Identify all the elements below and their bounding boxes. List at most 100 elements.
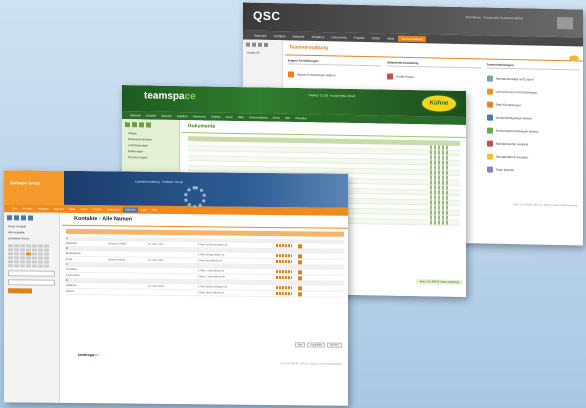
calendar-day[interactable] bbox=[44, 244, 49, 248]
row-action-icons[interactable] bbox=[430, 215, 448, 220]
row-action-icons[interactable] bbox=[430, 210, 448, 215]
mail-icon[interactable] bbox=[258, 42, 262, 47]
nav-tab[interactable]: Kontakte bbox=[144, 113, 158, 118]
nav-tab[interactable]: Mails bbox=[236, 114, 246, 119]
row-action-icons[interactable] bbox=[276, 260, 292, 264]
row-action-icons[interactable] bbox=[430, 145, 448, 150]
calendar-day[interactable] bbox=[44, 264, 49, 268]
print-icon[interactable] bbox=[14, 215, 19, 221]
calendar-day[interactable] bbox=[26, 260, 31, 264]
calendar-day[interactable] bbox=[44, 260, 49, 264]
calendar-day[interactable] bbox=[20, 252, 25, 256]
calendar-day[interactable] bbox=[8, 244, 13, 248]
calendar-day[interactable] bbox=[20, 260, 25, 264]
calendar-day[interactable] bbox=[20, 264, 25, 268]
row-action-icons[interactable] bbox=[276, 270, 292, 274]
nav-tab[interactable]: Dokumente bbox=[105, 207, 122, 212]
nav-tab[interactable]: Aufgaben bbox=[36, 206, 51, 211]
calendar-day[interactable] bbox=[44, 248, 49, 252]
export-icon[interactable] bbox=[21, 215, 26, 221]
nav-tab[interactable]: Kalender bbox=[52, 206, 66, 211]
row-action-icons[interactable] bbox=[430, 160, 448, 165]
calendar-day[interactable] bbox=[32, 260, 37, 264]
nav-tab[interactable]: Kalender bbox=[290, 33, 308, 39]
calendar-day[interactable] bbox=[26, 244, 31, 248]
row-action-icons[interactable] bbox=[430, 165, 448, 170]
calendar-day[interactable] bbox=[32, 256, 37, 260]
delete-icon[interactable] bbox=[298, 269, 302, 274]
calendar-day[interactable] bbox=[44, 252, 49, 256]
nav-tab[interactable]: Startseite bbox=[128, 113, 143, 118]
calendar-day[interactable] bbox=[14, 252, 19, 256]
calendar-day[interactable] bbox=[32, 248, 37, 252]
calendar-day[interactable] bbox=[26, 248, 31, 252]
settings-link[interactable]: Team löschen bbox=[486, 163, 580, 178]
settings-link[interactable]: Profile/Typen bbox=[387, 69, 480, 84]
calendar-day[interactable] bbox=[20, 244, 25, 248]
calendar-day[interactable] bbox=[32, 244, 37, 248]
row-action-icons[interactable] bbox=[430, 205, 448, 210]
window-controls-icon[interactable] bbox=[557, 17, 573, 30]
calendar-day[interactable] bbox=[8, 260, 13, 264]
row-action-icons[interactable] bbox=[430, 170, 448, 175]
search-icon[interactable] bbox=[146, 122, 151, 128]
filter-select-2[interactable] bbox=[8, 279, 55, 286]
calendar-day[interactable] bbox=[14, 244, 19, 248]
action-button[interactable]: Auswählen bbox=[307, 342, 326, 348]
row-action-icons[interactable] bbox=[276, 254, 292, 258]
calendar-day[interactable] bbox=[8, 248, 13, 252]
help-icon[interactable] bbox=[264, 42, 268, 47]
calendar-day[interactable] bbox=[20, 256, 25, 260]
row-action-icons[interactable] bbox=[430, 175, 448, 180]
row-action-icons[interactable] bbox=[430, 185, 448, 190]
contact-email[interactable]: E-Mail: dietrich@web.de bbox=[198, 291, 276, 295]
nav-tab[interactable]: Kontakte bbox=[20, 206, 34, 211]
calendar-day[interactable] bbox=[38, 244, 43, 248]
calendar-day[interactable] bbox=[26, 264, 31, 268]
print-icon[interactable] bbox=[139, 122, 144, 128]
contact-email[interactable]: E-Mail: buerger@gmx.de bbox=[198, 253, 276, 257]
nav-tab[interactable]: Hilfe bbox=[283, 115, 292, 120]
calendar-day[interactable] bbox=[38, 252, 43, 256]
contact-email[interactable]: E-Mail: c.meier@web.de bbox=[198, 269, 276, 273]
folder-icon[interactable] bbox=[132, 122, 137, 128]
calendar-day[interactable] bbox=[20, 248, 25, 252]
calendar-day[interactable] bbox=[14, 256, 19, 260]
sidebar-item[interactable]: Wiedervorlagen bbox=[122, 154, 179, 161]
delete-icon[interactable] bbox=[298, 243, 302, 248]
row-action-icons[interactable] bbox=[276, 286, 292, 290]
nav-tab[interactable]: Kontakte bbox=[271, 33, 289, 39]
nav-tab[interactable]: Projekte bbox=[91, 207, 105, 212]
filter-select[interactable] bbox=[8, 270, 55, 277]
calendar-day[interactable] bbox=[32, 252, 37, 256]
calendar-day[interactable] bbox=[14, 260, 19, 264]
row-action-icons[interactable] bbox=[430, 155, 448, 160]
nav-tab[interactable]: Kalender bbox=[123, 206, 138, 213]
action-button[interactable]: Drucken bbox=[327, 342, 342, 348]
calendar-day[interactable] bbox=[38, 256, 43, 260]
nav-tab[interactable]: Dokumente bbox=[328, 34, 349, 40]
sidebar-item[interactable]: Erweiterte Suche bbox=[4, 235, 59, 242]
calendar-day[interactable] bbox=[26, 256, 31, 260]
calendar-day[interactable] bbox=[32, 264, 37, 268]
calendar-day[interactable] bbox=[38, 264, 43, 268]
sidebar-item-license[interactable]: Lizenz 05 bbox=[243, 49, 282, 56]
row-action-icons[interactable] bbox=[430, 190, 448, 195]
calendar-day[interactable] bbox=[44, 256, 49, 260]
nav-tab[interactable]: Dokumente bbox=[191, 114, 208, 119]
contact-email[interactable]: E-Mail: c.schulz@web.de bbox=[198, 275, 276, 279]
nav-tab[interactable]: Startseite bbox=[251, 32, 270, 38]
calendar-day[interactable] bbox=[38, 248, 43, 252]
delete-icon[interactable] bbox=[298, 285, 302, 290]
new-icon[interactable] bbox=[246, 42, 250, 47]
settings-link[interactable]: Eigene Einstellungen ändern bbox=[288, 67, 381, 82]
contact-email[interactable]: E-Mail: schlachter@gmx.de bbox=[198, 243, 276, 247]
new-icon[interactable] bbox=[125, 122, 130, 128]
nav-tab[interactable]: Zeiten bbox=[78, 206, 89, 211]
nav-tab[interactable]: Kalender bbox=[159, 113, 173, 118]
row-action-icons[interactable] bbox=[276, 292, 292, 296]
contact-email[interactable]: E-Mail: dahlmann@gmx.de bbox=[198, 285, 276, 289]
nav-tab[interactable]: Teamverwaltung bbox=[398, 35, 426, 42]
delete-icon[interactable] bbox=[298, 291, 302, 296]
row-action-icons[interactable] bbox=[276, 244, 292, 248]
